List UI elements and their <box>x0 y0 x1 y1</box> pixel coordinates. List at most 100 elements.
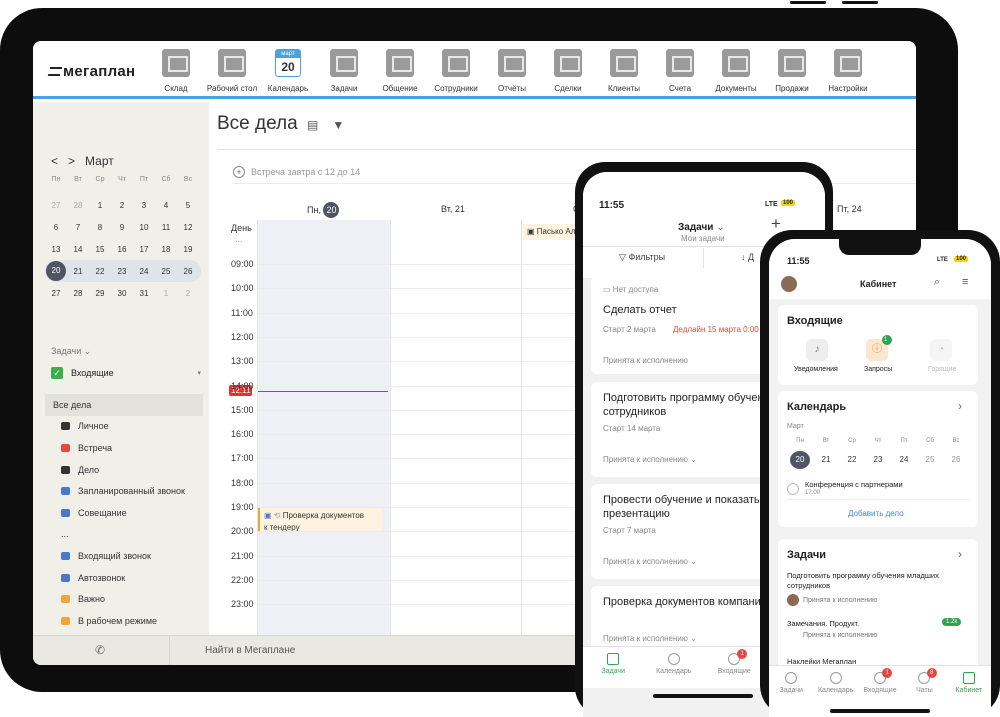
calendar-day[interactable]: 14 <box>67 245 89 254</box>
calendar-day[interactable]: 25 <box>920 451 940 469</box>
task-status[interactable]: Принята к исполнению ⌄ <box>603 455 697 464</box>
quick-add-input[interactable]: + Встреча завтра с 12 до 14 <box>233 166 360 178</box>
calendar-day[interactable]: 28 <box>67 289 89 298</box>
calendar-day[interactable]: 2 <box>111 201 133 210</box>
calendar-day[interactable]: 21 <box>67 267 89 276</box>
filter-item[interactable]: Личное <box>45 416 203 438</box>
calendar-day[interactable]: 9 <box>111 223 133 232</box>
nav-item-contact-book[interactable]: Клиенты <box>594 49 654 93</box>
calendar-day[interactable]: 21 <box>816 451 836 469</box>
calendar-day[interactable]: 13 <box>45 245 67 254</box>
tab-4[interactable]: Кабинет <box>947 666 991 717</box>
calendar-event-documents[interactable]: ▣ ⟲ Проверка документов к тендеру <box>258 508 382 532</box>
menu-icon[interactable]: ≡ <box>962 276 968 288</box>
chevron-right-icon[interactable]: › <box>958 399 962 413</box>
inbox-filter[interactable]: ✓ Входящие ▾ <box>51 367 201 379</box>
calendar-day[interactable]: 4 <box>155 201 177 210</box>
add-event-link[interactable]: Добавить дело <box>848 509 904 518</box>
avatar[interactable] <box>781 276 797 292</box>
calendar-day[interactable]: 5 <box>177 201 199 210</box>
calendar-day[interactable]: 22 <box>89 267 111 276</box>
filter-item[interactable]: Входящий звонок <box>45 545 203 567</box>
calendar-day[interactable]: 8 <box>89 223 111 232</box>
calendar-day[interactable]: 26 <box>946 451 966 469</box>
allday-more[interactable]: ... <box>235 234 243 244</box>
calendar-day[interactable]: 27 <box>45 201 67 210</box>
calendar-day[interactable]: 23 <box>868 451 888 469</box>
notifications-label[interactable]: Уведомления <box>794 366 838 373</box>
calendar-day[interactable]: 24 <box>894 451 914 469</box>
calendar-day[interactable]: 22 <box>842 451 862 469</box>
nav-item-employee-cards[interactable]: Сотрудники <box>426 49 486 93</box>
calendar-day[interactable]: 24 <box>133 267 155 276</box>
calendar-day[interactable]: 26 <box>177 267 199 276</box>
nav-item-calendar[interactable]: март 20 Календарь <box>258 49 318 93</box>
next-month-icon[interactable]: > <box>68 154 75 168</box>
calendar-day[interactable]: 2 <box>177 289 199 298</box>
plus-icon[interactable]: + <box>233 166 245 178</box>
nav-item-clipboard-check[interactable]: Задачи <box>314 49 374 93</box>
event-checkbox[interactable] <box>787 483 799 495</box>
calendar-day[interactable]: 23 <box>111 267 133 276</box>
allday-event[interactable]: ▣ Пасько Ал <box>523 224 581 240</box>
add-icon[interactable]: + <box>771 214 781 234</box>
task-status[interactable]: Принята к исполнению ⌄ <box>603 557 697 566</box>
task-title[interactable]: Замечания. Продукт. <box>787 619 859 628</box>
chevron-right-icon[interactable]: › <box>958 547 962 561</box>
nav-item-bar-chart[interactable]: Отчёты <box>482 49 542 93</box>
calendar-day[interactable]: 11 <box>155 223 177 232</box>
requests-label[interactable]: Запросы <box>864 366 892 373</box>
filter-item[interactable]: ... <box>45 524 203 546</box>
calendar-day[interactable]: 6 <box>45 223 67 232</box>
filter-item[interactable]: Дело <box>45 459 203 481</box>
calendar-day[interactable]: 20 <box>46 261 66 281</box>
filter-item[interactable]: Совещание <box>45 502 203 524</box>
tasks-title[interactable]: Задачи ⌄ <box>678 222 725 233</box>
calendar-day[interactable]: 10 <box>133 223 155 232</box>
nav-item-box[interactable]: Склад <box>146 49 206 93</box>
nav-item-dashboard[interactable]: Рабочий стол <box>202 49 262 93</box>
filters-button[interactable]: ▽ Фильтры <box>619 252 665 263</box>
filter-item[interactable]: В рабочем режиме <box>45 610 203 632</box>
filter-icon[interactable]: ▼ <box>332 118 344 132</box>
calendar-day[interactable]: 25 <box>155 267 177 276</box>
calendar-day[interactable]: 17 <box>133 245 155 254</box>
calendar-day[interactable]: 31 <box>133 289 155 298</box>
filter-item[interactable]: Важно <box>45 588 203 610</box>
calendar-day[interactable]: 7 <box>67 223 89 232</box>
calendar-day[interactable]: 29 <box>89 289 111 298</box>
hot-label[interactable]: Горящие <box>928 366 956 373</box>
filter-item[interactable]: Автозвонок <box>45 567 203 589</box>
tab-0[interactable]: Задачи <box>769 666 813 717</box>
calendar-day[interactable]: 18 <box>155 245 177 254</box>
calendar-day[interactable]: 27 <box>45 289 67 298</box>
filter-item[interactable]: Запланированный звонок <box>45 480 203 502</box>
calendar-day[interactable]: 30 <box>111 289 133 298</box>
filter-item[interactable]: Все дела <box>45 394 203 416</box>
nav-item-briefcase[interactable]: Сделки <box>538 49 598 93</box>
prev-month-icon[interactable]: < <box>51 154 58 168</box>
tab-2[interactable]: Входящие 1 <box>704 647 765 688</box>
calendar-day[interactable]: 16 <box>111 245 133 254</box>
fire-icon[interactable]: ◔ <box>930 339 952 361</box>
calendar-day[interactable]: 3 <box>133 201 155 210</box>
global-search-input[interactable]: Найти в Мегаплане <box>205 645 295 656</box>
day-header-tue[interactable]: Вт, 21 <box>441 204 465 214</box>
nav-item-chat-bubbles[interactable]: Общение <box>370 49 430 93</box>
day-header-fri[interactable]: Пт, 24 <box>837 204 862 214</box>
task-status[interactable]: Принята к исполнению ⌄ <box>603 634 697 643</box>
calendar-day[interactable]: 28 <box>67 201 89 210</box>
bell-icon[interactable]: ♪ <box>806 339 828 361</box>
filter-item[interactable]: Встреча <box>45 437 203 459</box>
day-header-mon[interactable]: Пн, 20 <box>307 202 340 218</box>
calendar-day[interactable]: 20 <box>790 451 810 469</box>
calendar-day[interactable]: 1 <box>155 289 177 298</box>
nav-item-gear[interactable]: Настройки <box>818 49 878 93</box>
megaplan-logo[interactable]: мегаплан <box>47 63 135 80</box>
nav-item-coins[interactable]: Продажи <box>762 49 822 93</box>
calendar-day[interactable]: 1 <box>89 201 111 210</box>
checkbox-icon[interactable]: ✓ <box>51 367 63 379</box>
task-title[interactable]: Подготовить программу обучения младших с… <box>787 571 969 591</box>
tab-1[interactable]: Календарь <box>644 647 705 688</box>
search-icon[interactable]: ⌕ <box>934 276 940 289</box>
